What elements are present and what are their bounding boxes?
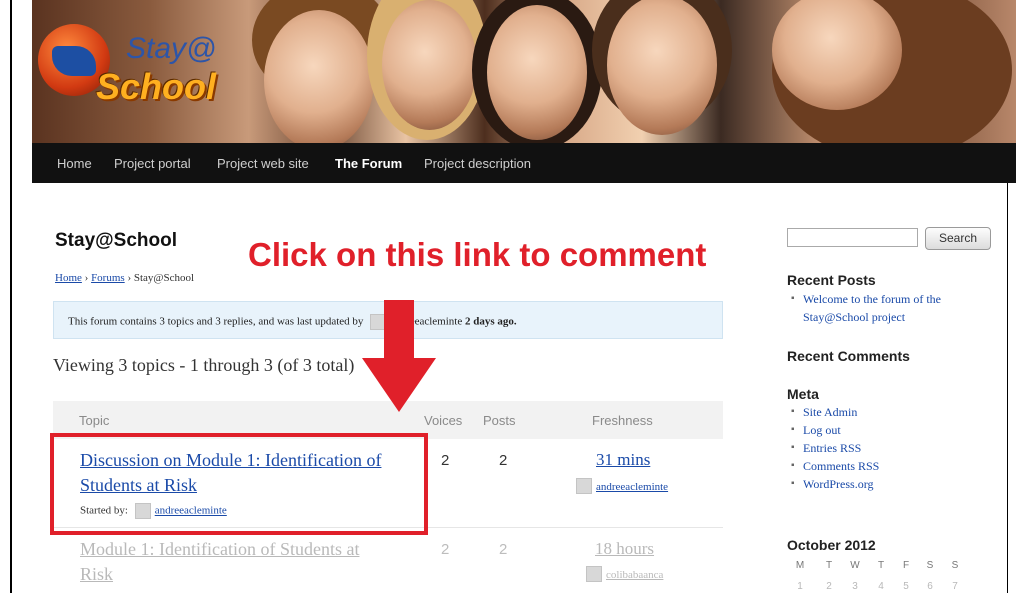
breadcrumb-current: Stay@School [133,272,195,284]
breadcrumb: Home › Forums › Stay@School [55,272,194,284]
avatar [576,478,592,495]
meta-list: Site Admin Log out Entries RSS Comments … [791,403,879,493]
info-text-before: This forum contains 3 topics and 3 repli… [68,315,364,328]
comments-rss-label[interactable]: Comments RSS [803,459,879,473]
freshness-user-link[interactable]: colibabaanca [606,569,663,581]
topic-freshness-link[interactable]: 18 hours [595,539,654,559]
topic-link[interactable]: Module 1: Identification of Students at … [80,537,359,587]
recent-comments-heading: Recent Comments [787,348,910,364]
site-logo[interactable]: Stay@ School [38,14,248,114]
calendar-title: October 2012 [787,537,876,553]
nav-item-project-portal[interactable]: Project portal [114,156,191,171]
info-text-after: 2 days ago. [465,315,517,328]
recent-posts-list: Welcome to the forum of the Stay@School … [791,290,981,326]
meta-wordpress-link[interactable]: WordPress.org [791,475,879,493]
meta-entries-rss-link[interactable]: Entries RSS [791,439,879,457]
topic-voices: 2 [441,452,450,469]
table-row: Module 1: Identification of Students at … [53,528,723,598]
search-input[interactable] [787,228,918,247]
banner-photo-face [607,0,717,135]
calendar-weekday: T [825,560,833,571]
logo-text-top: Stay@ [126,32,217,65]
topic-title-line[interactable]: Module 1: Identification of Students at [80,537,359,562]
topics-count-text: Viewing 3 topics - 1 through 3 (of 3 tot… [53,355,355,375]
down-arrow-icon [362,300,436,412]
calendar-weekday: M [795,560,805,571]
topic-freshness-link[interactable]: 31 mins [596,450,650,470]
breadcrumb-forums-link[interactable]: Forums [91,272,125,284]
calendar-day: 6 [927,581,933,592]
header-banner: Stay@ School [32,0,1016,143]
recent-posts-heading: Recent Posts [787,272,876,288]
page-title: Stay@School [55,230,177,251]
calendar-day: 3 [852,581,858,592]
topic-title-line[interactable]: Risk [80,562,359,587]
column-header-posts: Posts [483,413,516,428]
topic-posts: 2 [499,452,508,469]
calendar-day: 2 [826,581,832,592]
column-header-topic: Topic [79,413,110,428]
breadcrumb-separator: › [84,272,89,284]
nav-item-home[interactable]: Home [57,156,92,171]
forum-info-text: This forum contains 3 topics and 3 repli… [68,314,517,330]
banner-photo-face [382,0,477,130]
banner-photo-face [264,10,374,143]
page-border-left [10,0,12,593]
breadcrumb-home-link[interactable]: Home [55,272,82,284]
calendar-weekday: S [926,560,934,571]
nav-item-the-forum[interactable]: The Forum [335,156,402,171]
avatar [586,566,602,583]
meta-log-out-link[interactable]: Log out [791,421,879,439]
meta-site-admin-link[interactable]: Site Admin [791,403,879,421]
nav-item-project-description[interactable]: Project description [424,156,531,171]
topic-posts: 2 [499,541,508,558]
logo-text-bottom: School [96,66,217,107]
calendar-day: 7 [952,581,958,592]
meta-comments-rss-link[interactable]: Comments RSS [791,457,879,475]
calendar-day: 5 [903,581,909,592]
calendar-day: 1 [797,581,803,592]
recent-post-link[interactable]: Welcome to the forum of the Stay@School … [791,290,981,326]
column-header-voices: Voices [424,413,463,428]
search-button[interactable]: Search [925,227,991,250]
freshness-user-link[interactable]: andreeaclemintе [596,481,668,493]
topic-voices: 2 [441,541,450,558]
meta-heading: Meta [787,386,819,402]
nav-item-project-web-site[interactable]: Project web site [217,156,309,171]
annotation-callout-text: Click on this link to comment [248,236,707,273]
freshness-author: andreeaclemintе [572,477,668,495]
breadcrumb-separator: › [127,272,132,284]
calendar-weekday: S [951,560,959,571]
calendar-weekday: T [877,560,885,571]
annotation-highlight-box [50,433,428,535]
banner-photo-face [487,5,587,140]
freshness-author: colibabaanca [582,565,663,583]
column-header-freshness: Freshness [592,413,653,428]
calendar-weekday: F [902,560,910,571]
main-navigation: Home Project portal Project web site The… [32,143,1016,183]
calendar-weekday: W [850,560,860,571]
calendar-day: 4 [878,581,884,592]
entries-rss-label[interactable]: Entries RSS [803,441,861,455]
